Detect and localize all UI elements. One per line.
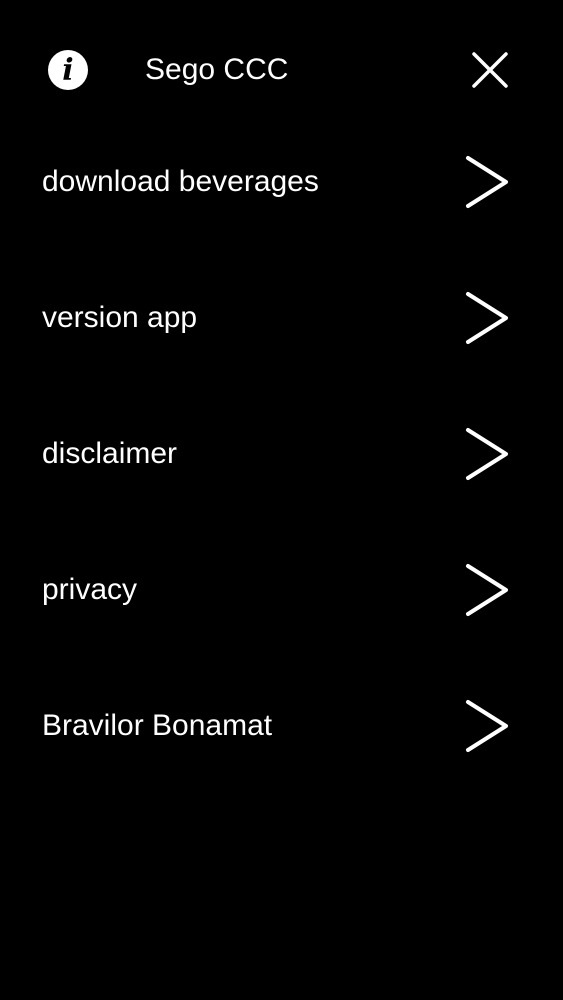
menu-item-label: disclaimer [42, 437, 178, 470]
menu-item-version-app[interactable]: version app [0, 248, 563, 384]
info-icon[interactable]: i [47, 49, 89, 91]
menu-item-privacy[interactable]: privacy [0, 520, 563, 656]
menu-item-label: version app [42, 301, 198, 334]
chevron-right-icon [462, 424, 514, 484]
menu-item-bravilor-bonamat[interactable]: Bravilor Bonamat [0, 656, 563, 792]
menu-item-label: privacy [42, 573, 138, 606]
menu-list: download beverages version app disclaime… [0, 112, 563, 792]
chevron-right-icon [462, 696, 514, 756]
menu-item-download-beverages[interactable]: download beverages [0, 112, 563, 248]
chevron-right-icon [462, 560, 514, 620]
close-icon[interactable] [466, 46, 514, 94]
chevron-right-icon [462, 152, 514, 212]
chevron-right-icon [462, 288, 514, 348]
svg-text:i: i [62, 53, 73, 88]
page-title: Sego CCC [145, 53, 289, 86]
menu-item-label: download beverages [42, 165, 319, 198]
menu-item-label: Bravilor Bonamat [42, 709, 273, 742]
menu-item-disclaimer[interactable]: disclaimer [0, 384, 563, 520]
